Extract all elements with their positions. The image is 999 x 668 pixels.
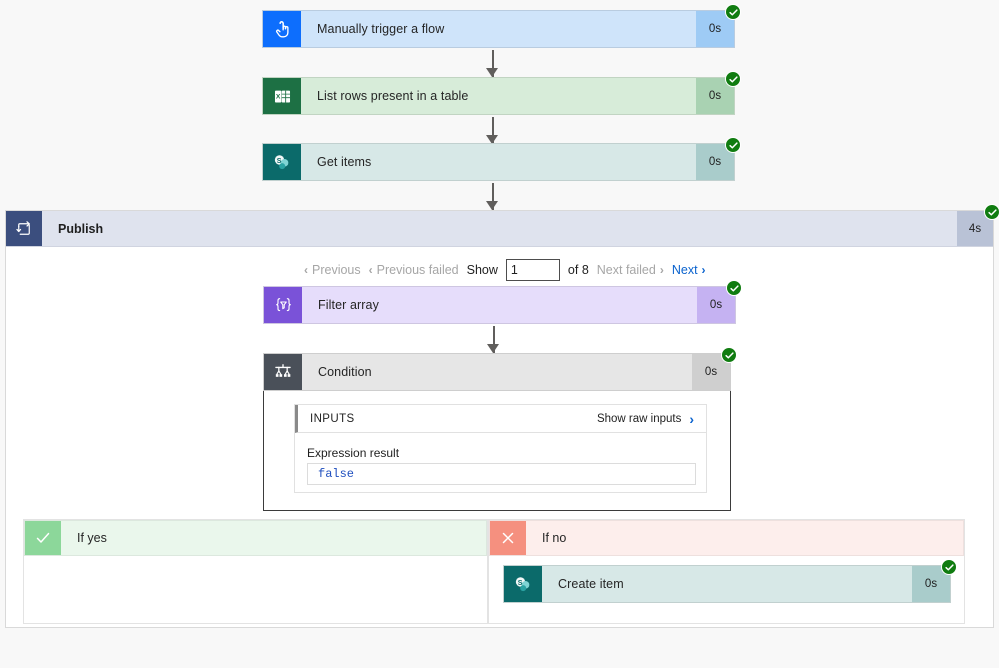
inputs-panel-header[interactable]: INPUTS Show raw inputs › (295, 405, 706, 433)
show-raw-inputs-button[interactable]: Show raw inputs › (597, 412, 706, 426)
inputs-panel: INPUTS Show raw inputs › Expression resu… (294, 404, 707, 493)
step-title: Manually trigger a flow (317, 22, 445, 36)
connector-arrow (486, 117, 500, 144)
scope-publish: Publish 4s ‹ Previous ‹ Previous failed … (5, 204, 999, 628)
connector-arrow (486, 50, 500, 77)
apply-to-each-loop-icon (6, 211, 42, 246)
pager-previous-failed-button[interactable]: ‹ Previous failed (369, 263, 459, 277)
scope-header-publish[interactable]: Publish 4s (6, 204, 999, 247)
condition-details-body: INPUTS Show raw inputs › Expression resu… (263, 391, 731, 511)
branch-if-no: If no S Create item 0s (488, 519, 965, 624)
branch-if-yes: If yes (23, 519, 488, 624)
pager-of-label: of 8 (567, 263, 589, 277)
chevron-right-icon: › (689, 410, 694, 427)
step-title: Get items (317, 155, 372, 169)
svg-text:X: X (275, 93, 280, 100)
chevron-right-icon: › (659, 263, 664, 277)
svg-text:S: S (518, 579, 523, 587)
pager-previous-button[interactable]: ‹ Previous (304, 263, 361, 277)
branch-if-no-header[interactable]: If no (489, 520, 964, 556)
inputs-label: INPUTS (310, 412, 355, 425)
pager-next-failed-label: Next failed (596, 263, 656, 277)
flow-step-condition[interactable]: Condition 0s (263, 347, 737, 391)
flow-run-canvas: Manually trigger a flow 0s X List rows p… (0, 0, 999, 668)
flow-step-filter-array[interactable]: Filter array 0s (263, 280, 742, 324)
status-badge-success (725, 4, 741, 20)
condition-branch-icon (264, 354, 302, 390)
pager-next-button[interactable]: Next › (672, 263, 706, 277)
scope-title: Publish (58, 221, 104, 236)
pager-previous-label: Previous (312, 263, 361, 277)
branch-label: If no (542, 531, 567, 545)
filter-braces-icon (264, 287, 302, 323)
branch-label: If yes (77, 531, 107, 545)
sharepoint-icon: S (263, 144, 301, 180)
flow-step-list-rows[interactable]: X List rows present in a table 0s (262, 71, 741, 115)
flow-step-create-item[interactable]: S Create item 0s (503, 559, 957, 603)
pager-next-failed-button[interactable]: Next failed › (597, 263, 664, 277)
expression-result-label: Expression result (307, 446, 400, 460)
branch-if-yes-header[interactable]: If yes (24, 520, 487, 556)
status-badge-success (984, 204, 999, 220)
status-badge-success (941, 559, 957, 575)
pager-show-label: Show (466, 263, 498, 277)
excel-icon: X (263, 78, 301, 114)
chevron-left-icon: ‹ (304, 263, 308, 277)
flow-step-get-items[interactable]: S Get items 0s (262, 137, 741, 181)
status-badge-success (726, 280, 742, 296)
svg-text:S: S (277, 157, 282, 165)
check-icon (25, 521, 61, 555)
chevron-left-icon: ‹ (368, 263, 373, 277)
iteration-pager: ‹ Previous ‹ Previous failed Show of 8 N… (304, 259, 706, 281)
status-badge-success (725, 71, 741, 87)
pager-page-input[interactable] (505, 259, 560, 281)
connector-arrow (487, 326, 501, 353)
connector-arrow (486, 183, 500, 210)
sharepoint-icon: S (504, 566, 542, 602)
step-title: Create item (558, 577, 624, 591)
step-title: Condition (318, 365, 372, 379)
pager-previous-failed-label: Previous failed (376, 263, 459, 277)
step-title: Filter array (318, 298, 379, 312)
status-badge-success (725, 137, 741, 153)
flow-step-trigger[interactable]: Manually trigger a flow 0s (262, 4, 741, 48)
expression-result-value: false (307, 463, 696, 485)
chevron-right-icon: › (701, 263, 706, 277)
tap-hand-icon (263, 11, 301, 47)
cross-icon (490, 521, 526, 555)
show-raw-inputs-label: Show raw inputs (596, 412, 682, 425)
status-badge-success (721, 347, 737, 363)
pager-next-label: Next (671, 263, 698, 277)
step-title: List rows present in a table (317, 89, 469, 103)
